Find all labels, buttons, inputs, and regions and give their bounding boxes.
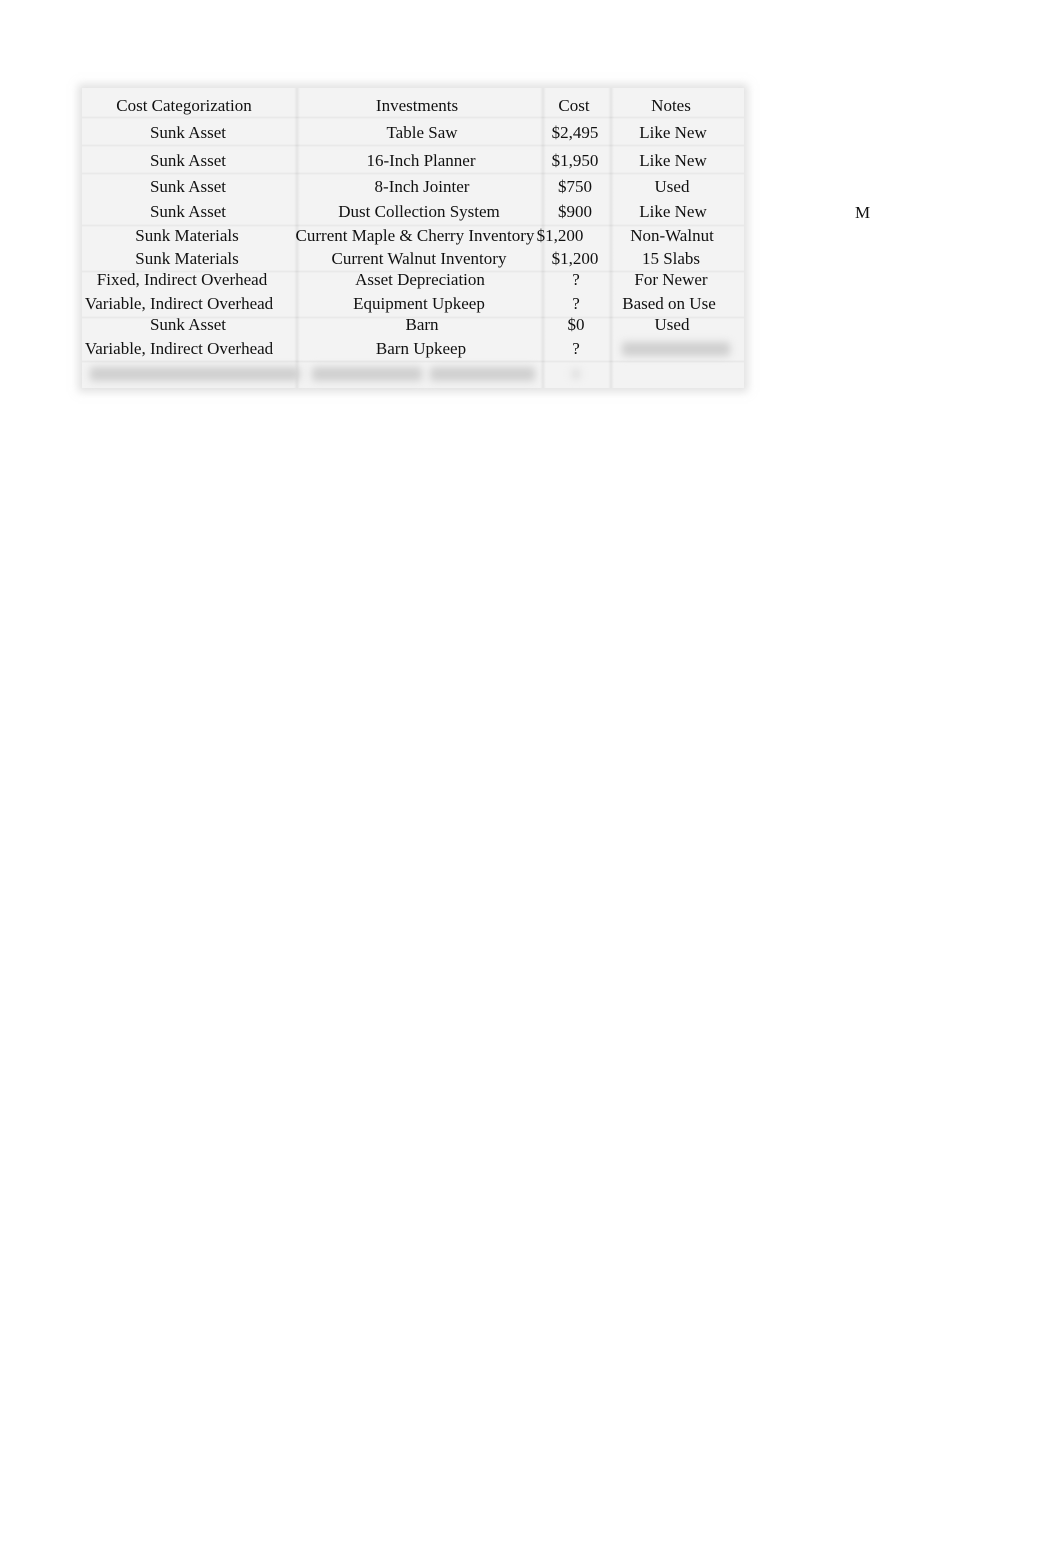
cell-category: Sunk Asset <box>149 151 227 170</box>
obscured-notes-cell <box>622 342 730 356</box>
cell-cost: $2,495 <box>551 123 599 142</box>
cell-cost: $0 <box>567 315 585 334</box>
cell-investment: 8-Inch Jointer <box>374 177 470 196</box>
cell-cost: ? <box>572 294 580 313</box>
cell-notes: Non-Walnut <box>630 226 714 245</box>
cell-investment: 16-Inch Planner <box>366 151 476 170</box>
header-cost: Cost <box>558 96 590 115</box>
cell-cost: $1,950 <box>551 151 599 170</box>
cell-cost: ? <box>572 339 580 358</box>
cell-category: Sunk Asset <box>149 123 227 142</box>
cell-cost: $1,200 <box>551 249 599 268</box>
cell-notes: 15 Slabs <box>641 249 701 268</box>
cell-investment: Barn Upkeep <box>375 339 467 358</box>
cell-category: Sunk Materials <box>135 249 239 268</box>
cell-investment: Table Saw <box>386 123 458 142</box>
obscured-investment-cell <box>312 367 422 381</box>
column-divider <box>608 88 614 388</box>
cell-category: Variable, Indirect Overhead <box>84 294 274 313</box>
cell-notes: For Newer <box>634 270 708 289</box>
cell-category: Sunk Asset <box>149 202 227 221</box>
row-divider <box>82 172 744 175</box>
header-investments: Investments <box>375 96 459 115</box>
cell-notes: Used <box>654 315 690 334</box>
obscured-category-cell <box>90 367 300 381</box>
cell-cost: $1,200 <box>536 226 584 245</box>
cell-cost: ? <box>572 270 580 289</box>
cell-category: Sunk Materials <box>135 226 239 245</box>
header-notes: Notes <box>651 96 691 115</box>
row-divider <box>82 144 744 147</box>
cell-category: Sunk Asset <box>149 177 227 196</box>
cell-investment: Dust Collection System <box>338 202 500 221</box>
obscured-cost-cell <box>572 369 580 379</box>
cell-notes: Like New <box>639 202 707 221</box>
cell-investment: Equipment Upkeep <box>353 294 485 313</box>
cell-investment: Barn <box>405 315 439 334</box>
cell-cost: $900 <box>558 202 592 221</box>
obscured-investment-cell <box>430 367 535 381</box>
cell-category: Sunk Asset <box>149 315 227 334</box>
cell-notes: Based on Use <box>622 294 716 313</box>
cell-investment: Asset Depreciation <box>355 270 485 289</box>
cell-category: Fixed, Indirect Overhead <box>96 270 268 289</box>
cell-notes: Like New <box>639 151 707 170</box>
cell-notes: Like New <box>639 123 707 142</box>
row-divider <box>82 360 744 363</box>
cell-notes: Used <box>654 177 690 196</box>
cell-investment: Current Walnut Inventory <box>331 249 507 268</box>
cell-category: Variable, Indirect Overhead <box>84 339 274 358</box>
row-divider <box>82 116 744 119</box>
cell-cost: $750 <box>558 177 592 196</box>
cell-investment: Current Maple & Cherry Inventory <box>295 226 535 245</box>
header-cost-categorization: Cost Categorization <box>116 96 252 115</box>
stray-cell-text: M <box>855 203 871 222</box>
